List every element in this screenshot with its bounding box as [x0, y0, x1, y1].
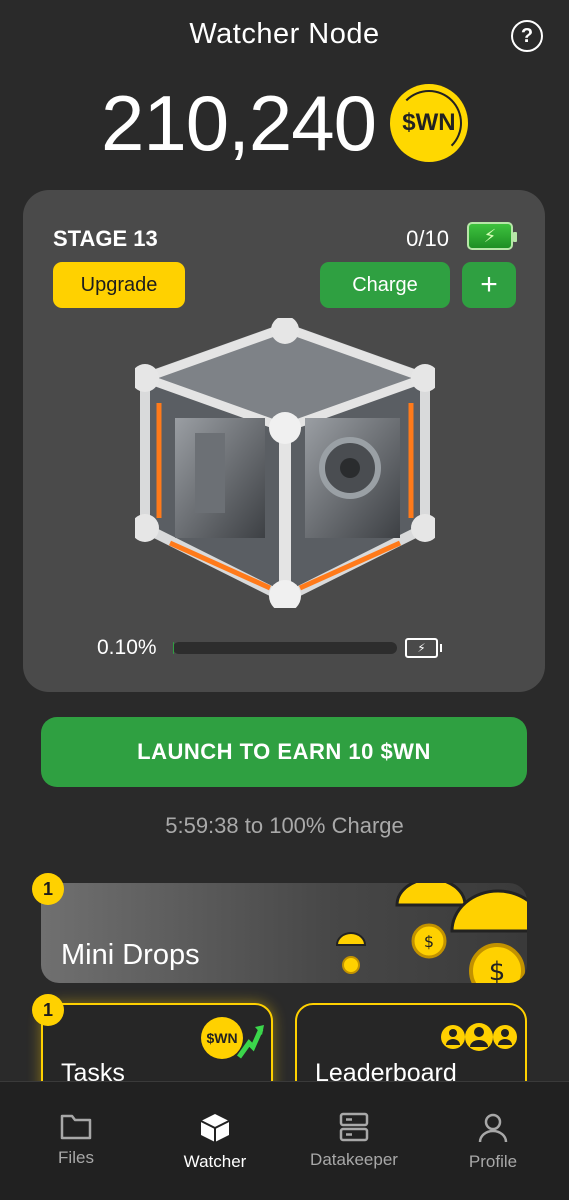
cube-machine-image — [131, 316, 439, 612]
cube-icon — [200, 1114, 230, 1142]
nav-files-label: Files — [58, 1148, 94, 1167]
charge-count: 0/10 — [406, 226, 449, 251]
balance-row: 210,240 $WN — [0, 78, 569, 168]
mini-drops-badge: 1 — [32, 873, 64, 905]
battery-icon: ⚡ — [405, 638, 442, 658]
mini-drops-card[interactable]: Mini Drops $ $ — [41, 883, 527, 983]
nav-files[interactable]: Files — [5, 1112, 147, 1168]
balance-amount: 210,240 — [101, 78, 377, 167]
header: Watcher Node ? — [0, 0, 569, 72]
stage-card: STAGE 13 0/10 ⚡ Upgrade Charge + 0.10% ⚡ — [23, 190, 545, 692]
help-circle-icon[interactable]: ? — [511, 20, 543, 52]
add-charge-button[interactable]: + — [462, 262, 516, 308]
nav-datakeeper-label: Datakeeper — [310, 1150, 398, 1169]
trend-up-icon — [236, 1025, 264, 1059]
mini-drops-label: Mini Drops — [61, 939, 200, 971]
user-icon — [478, 1113, 508, 1143]
stage-label: STAGE 13 — [53, 226, 158, 251]
coin-label: $WN — [206, 1030, 238, 1046]
nav-datakeeper[interactable]: Datakeeper — [283, 1112, 425, 1170]
nav-watcher[interactable]: Watcher — [144, 1112, 286, 1172]
svg-text:$: $ — [424, 932, 434, 951]
tasks-badge: 1 — [32, 994, 64, 1026]
launch-button[interactable]: LAUNCH TO EARN 10 $WN — [41, 717, 527, 787]
progress-bar — [173, 642, 397, 654]
battery-charging-icon: ⚡ — [467, 222, 517, 250]
nav-watcher-label: Watcher — [183, 1152, 247, 1171]
progress-percent: 0.10% — [97, 636, 157, 659]
users-icon — [441, 1023, 517, 1051]
wn-coin-icon: $WN — [389, 84, 468, 162]
nav-profile[interactable]: Profile — [422, 1112, 564, 1172]
page-title: Watcher Node — [189, 18, 380, 50]
upgrade-button[interactable]: Upgrade — [53, 262, 185, 308]
server-icon — [339, 1112, 369, 1142]
svg-text:$: $ — [489, 957, 506, 983]
charge-button[interactable]: Charge — [320, 262, 450, 308]
charge-timer: 5:59:38 to 100% Charge — [165, 813, 404, 838]
nav-profile-label: Profile — [468, 1152, 518, 1171]
parachute-coins-icon: $ $ — [335, 883, 527, 983]
bottom-nav: Files Watcher Datakeeper Profile — [0, 1081, 569, 1200]
folder-icon — [60, 1114, 92, 1140]
coin-label: $WN — [402, 109, 456, 136]
